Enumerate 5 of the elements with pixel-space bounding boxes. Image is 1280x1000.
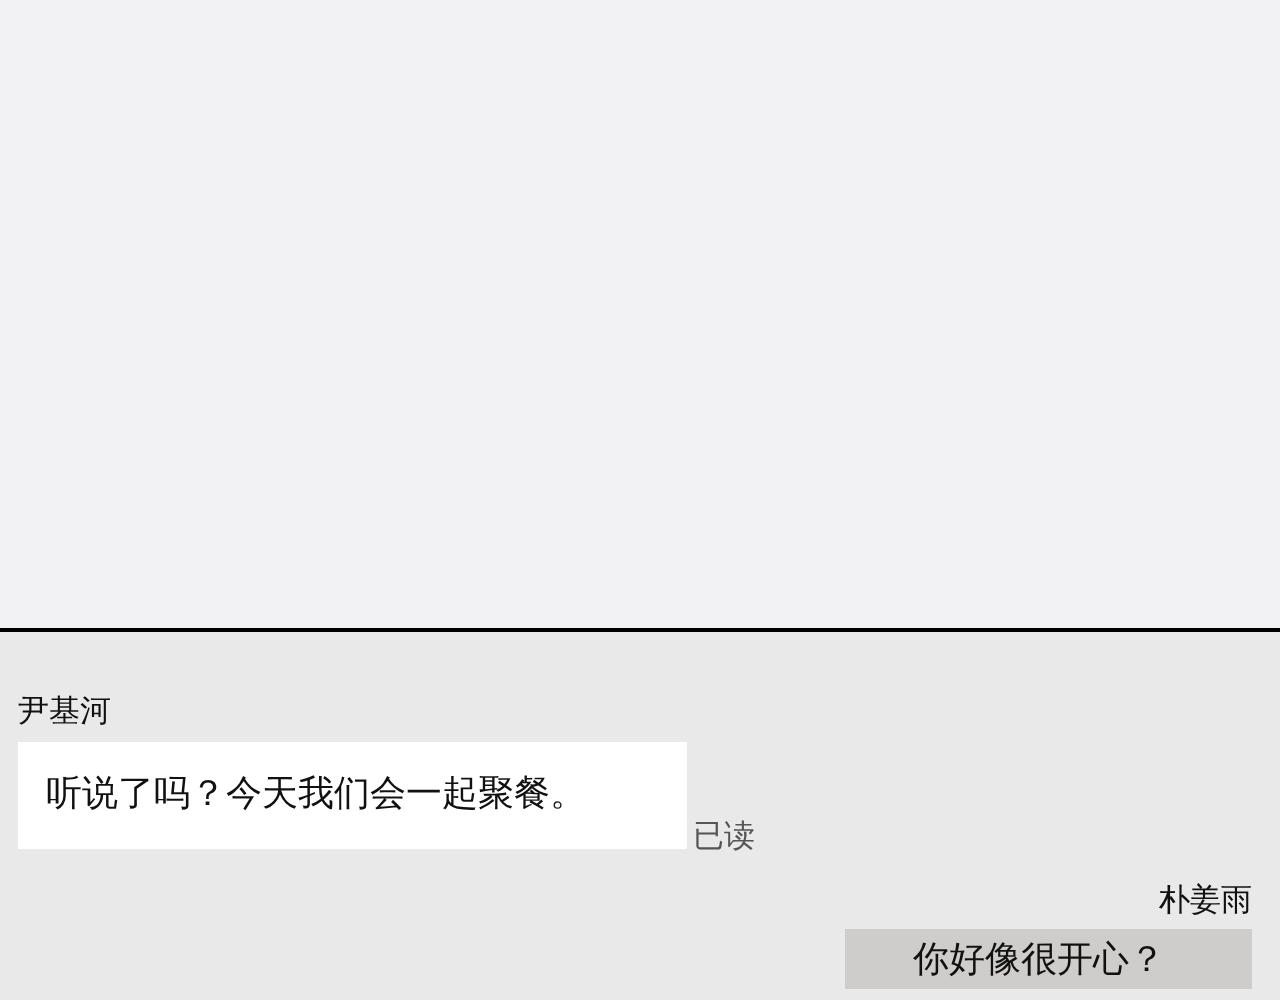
sender-name: 尹基河 (18, 691, 111, 730)
message-bubble: 听说了吗？今天我们会一起聚餐。 (18, 742, 687, 849)
sender-name: 朴姜雨 (1159, 880, 1252, 919)
read-receipt: 已读 (693, 816, 755, 855)
message-bubble: 你好像很开心？ (845, 929, 1252, 989)
